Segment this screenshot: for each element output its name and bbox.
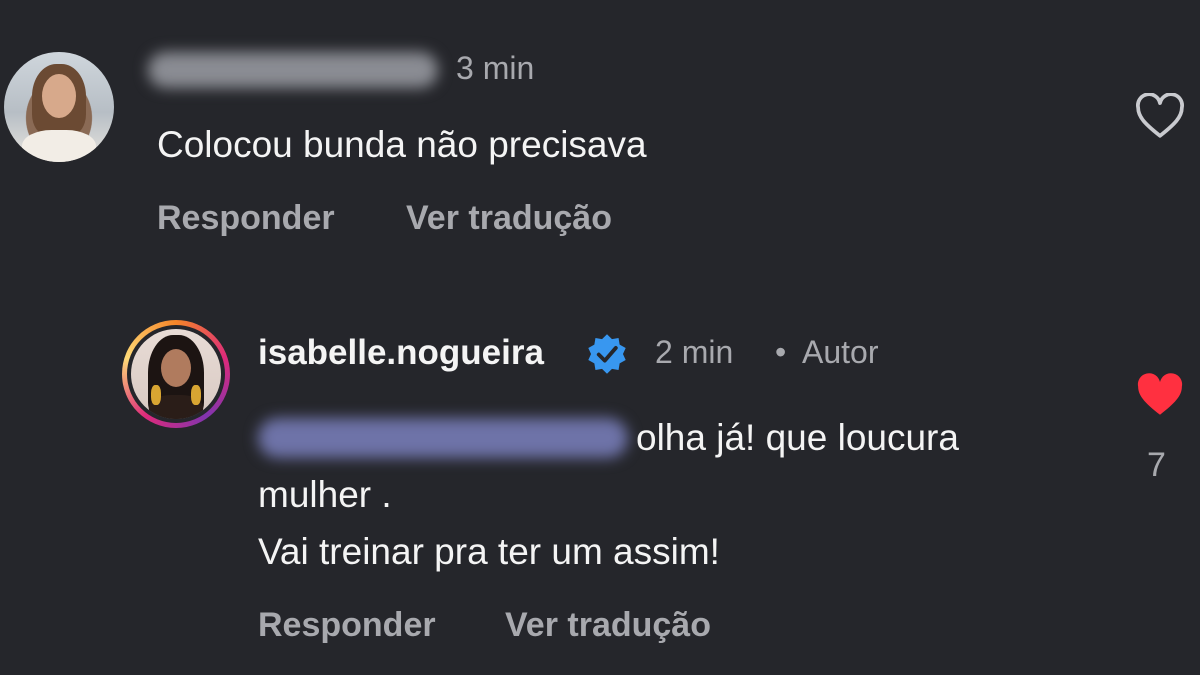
verified-badge-icon: [585, 332, 629, 376]
heart-outline-icon[interactable]: [1135, 92, 1185, 139]
reply-text-line-3: Vai treinar pra ter um assim!: [258, 531, 720, 572]
author-tag: Autor: [802, 334, 879, 370]
see-translation-button[interactable]: Ver tradução: [505, 606, 711, 645]
see-translation-button[interactable]: Ver tradução: [406, 199, 612, 238]
blurred-mention[interactable]: [258, 418, 628, 458]
author-username[interactable]: isabelle.nogueira: [258, 333, 544, 373]
reply-text-line-1: olha já! que loucura: [636, 417, 959, 458]
blurred-username[interactable]: [148, 52, 438, 88]
comment-text: Colocou bunda não precisava: [157, 124, 647, 165]
commenter-avatar[interactable]: [4, 52, 114, 162]
like-count: 7: [1147, 446, 1166, 484]
heart-filled-icon[interactable]: [1135, 372, 1185, 418]
reply-button[interactable]: Responder: [157, 199, 335, 238]
comment-time: 3 min: [456, 50, 535, 86]
author-avatar[interactable]: [122, 320, 230, 428]
reply-text-line-2: mulher .: [258, 474, 392, 515]
meta-separator: •: [775, 334, 787, 370]
reply-button[interactable]: Responder: [258, 606, 436, 645]
reply-time: 2 min: [655, 334, 734, 370]
